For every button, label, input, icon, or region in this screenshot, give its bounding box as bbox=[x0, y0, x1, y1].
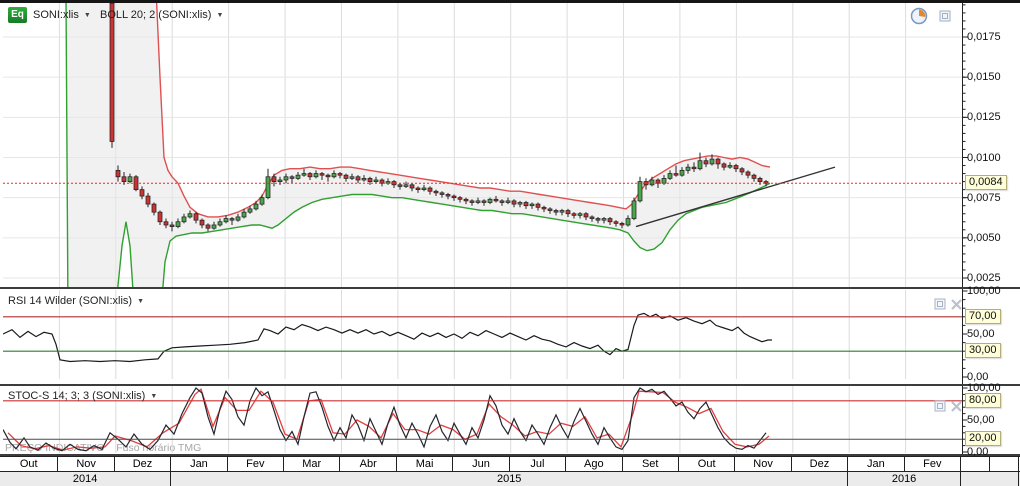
panel-separator[interactable] bbox=[0, 287, 1020, 289]
indicator-label: BOLL 20; 2 (SONI:xlis) bbox=[100, 9, 211, 21]
axis-tick-label: 0,0050 bbox=[967, 232, 1001, 244]
month-cell: Nov bbox=[735, 457, 791, 471]
chevron-down-icon: ▼ bbox=[150, 393, 157, 400]
price-tag: 70,00 bbox=[965, 309, 1001, 324]
chevron-down-icon: ▼ bbox=[84, 12, 91, 19]
month-cell: Set bbox=[623, 457, 679, 471]
month-cell: Fev bbox=[905, 457, 961, 471]
axis-tick-label: 0,0150 bbox=[967, 71, 1001, 83]
month-cell: Jun bbox=[453, 457, 509, 471]
chevron-down-icon: ▼ bbox=[137, 298, 144, 305]
month-cell: Dez bbox=[792, 457, 848, 471]
rsi-restore-icon[interactable] bbox=[934, 298, 947, 311]
month-cell: Fev bbox=[228, 457, 284, 471]
month-cell: Mai bbox=[397, 457, 453, 471]
axis-tick-label: 0,0025 bbox=[967, 272, 1001, 284]
stoch-panel-title: STOC-S 14; 3; 3 (SONI:xlis) bbox=[8, 390, 145, 402]
symbol-label: SONI:xlis bbox=[33, 9, 79, 21]
axis-tick-label: 0,0125 bbox=[967, 111, 1001, 123]
year-cell: 2016 bbox=[848, 472, 961, 486]
time-axis-years: 201420152016 bbox=[0, 471, 1020, 486]
month-cell: Nov bbox=[58, 457, 114, 471]
year-cell bbox=[961, 472, 1019, 486]
year-cell: 2014 bbox=[0, 472, 171, 486]
axis-tick-label: 50,00 bbox=[967, 328, 995, 340]
year-cell: 2015 bbox=[171, 472, 848, 486]
clock-icon[interactable] bbox=[910, 7, 928, 25]
time-axis-months: OutNovDezJanFevMarAbrMaiJunJulAgoSetOutN… bbox=[0, 456, 1020, 472]
rsi-panel-title: RSI 14 Wilder (SONI:xlis) bbox=[8, 295, 132, 307]
axis-tick-label: 0,0100 bbox=[967, 152, 1001, 164]
axis-tick-label: 0,0175 bbox=[967, 31, 1001, 43]
month-cell: Dez bbox=[115, 457, 171, 471]
chart-application: PREÇO INDICATIVO Fuso horário TMG Eq SON… bbox=[0, 0, 1020, 486]
stoch-panel-dropdown[interactable]: STOC-S 14; 3; 3 (SONI:xlis) ▼ bbox=[8, 390, 157, 402]
symbol-dropdown[interactable]: SONI:xlis ▼ bbox=[33, 9, 91, 21]
restore-icon[interactable] bbox=[939, 10, 952, 23]
month-cell bbox=[961, 457, 990, 471]
axis-tick-label: 0,0075 bbox=[967, 192, 1001, 204]
price-tag: 20,00 bbox=[965, 431, 1001, 446]
month-cell: Ago bbox=[566, 457, 622, 471]
stoch-restore-icon[interactable] bbox=[934, 400, 947, 413]
month-cell: Jan bbox=[171, 457, 227, 471]
month-cell: Jul bbox=[510, 457, 566, 471]
month-cell: Mar bbox=[284, 457, 340, 471]
price-tag: 0,0084 bbox=[965, 175, 1007, 190]
axis-tick-label: 50,00 bbox=[967, 414, 995, 426]
indicator-dropdown[interactable]: BOLL 20; 2 (SONI:xlis) ▼ bbox=[100, 9, 223, 21]
axis-tick-label: 0,00 bbox=[967, 446, 988, 458]
axis-tick-label: 100,00 bbox=[967, 285, 1001, 297]
price-tag: 80,00 bbox=[965, 393, 1001, 408]
month-cell bbox=[990, 457, 1019, 471]
chevron-down-icon: ▼ bbox=[216, 12, 223, 19]
eq-badge: Eq bbox=[8, 7, 27, 23]
stoch-close-icon[interactable] bbox=[950, 400, 963, 413]
rsi-close-icon[interactable] bbox=[950, 298, 963, 311]
rsi-panel-dropdown[interactable]: RSI 14 Wilder (SONI:xlis) ▼ bbox=[8, 295, 144, 307]
price-tag: 30,00 bbox=[965, 343, 1001, 358]
month-cell: Abr bbox=[340, 457, 396, 471]
month-cell: Jan bbox=[848, 457, 904, 471]
panel-separator[interactable] bbox=[0, 384, 1020, 386]
month-cell: Out bbox=[0, 457, 58, 471]
month-cell: Out bbox=[679, 457, 735, 471]
